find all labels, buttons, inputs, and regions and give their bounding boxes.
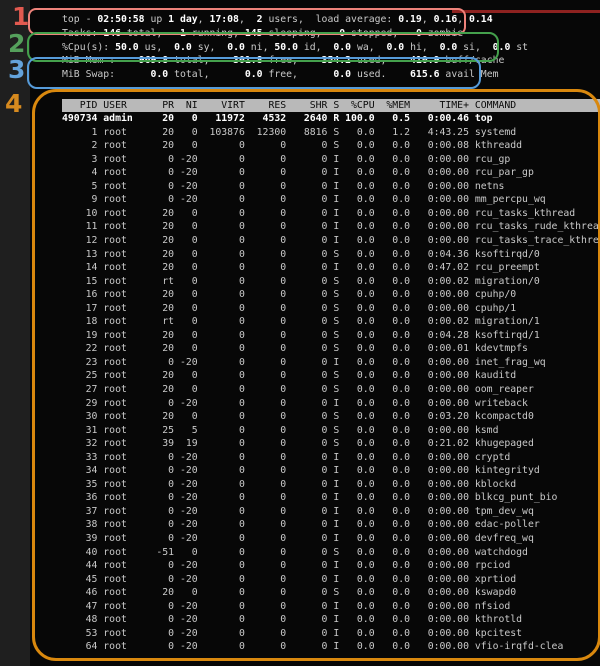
process-row-nfsiod: 47 root 0 -20 0 0 0 I 0.0 0.0 0:00.00 nf… [62,600,600,614]
process-row-kthreadd: 2 root 20 0 0 0 0 S 0.0 0.0 0:00.08 kthr… [62,139,600,153]
process-row-mm_percpu_wq: 9 root 0 -20 0 0 0 I 0.0 0.0 0:00.00 mm_… [62,193,600,207]
process-row-rcu_tasks_trace_kthread: 12 root 20 0 0 0 0 I 0.0 0.0 0:00.00 rcu… [62,234,600,248]
process-row-cryptd: 33 root 0 -20 0 0 0 I 0.0 0.0 0:00.00 cr… [62,451,600,465]
process-row-rpciod: 44 root 0 -20 0 0 0 I 0.0 0.0 0:00.00 rp… [62,559,600,573]
process-table: PID USER PR NI VIRT RES SHR S %CPU %MEM … [62,99,600,654]
process-row-khugepaged: 32 root 39 19 0 0 0 S 0.0 0.0 0:21.02 kh… [62,437,600,451]
annotation-label-4: 4 [5,91,22,117]
tasks-line: Tasks: 146 total, 1 running, 145 sleepin… [62,27,528,41]
process-row-vfio-irqfd-clea: 64 root 0 -20 0 0 0 I 0.0 0.0 0:00.00 vf… [62,640,600,654]
process-row-rcu_tasks_rude_kthread: 11 root 20 0 0 0 0 I 0.0 0.0 0:00.00 rcu… [62,220,600,234]
annotated-screenshot: top - 02:50:58 up 1 day, 17:08, 2 users,… [0,0,600,666]
process-row-migration/1: 18 root rt 0 0 0 0 S 0.0 0.0 0:00.02 mig… [62,315,600,329]
process-row-kintegrityd: 34 root 0 -20 0 0 0 I 0.0 0.0 0:00.00 ki… [62,464,600,478]
process-row-migration/0: 15 root rt 0 0 0 0 S 0.0 0.0 0:00.02 mig… [62,275,600,289]
process-row-edac-poller: 38 root 0 -20 0 0 0 I 0.0 0.0 0:00.00 ed… [62,518,600,532]
process-row-kpcitest: 53 root 0 -20 0 0 0 I 0.0 0.0 0:00.00 kp… [62,627,600,641]
process-row-kauditd: 25 root 20 0 0 0 0 S 0.0 0.0 0:00.00 kau… [62,369,600,383]
top-summary: top - 02:50:58 up 1 day, 17:08, 2 users,… [62,13,528,82]
cpu-line: %Cpu(s): 50.0 us, 0.0 sy, 0.0 ni, 50.0 i… [62,41,528,55]
process-row-cpuhp/0: 16 root 20 0 0 0 0 S 0.0 0.0 0:00.00 cpu… [62,288,600,302]
process-row-netns: 5 root 0 -20 0 0 0 I 0.0 0.0 0:00.00 net… [62,180,600,194]
swap-line: MiB Swap: 0.0 total, 0.0 free, 0.0 used.… [62,68,528,82]
process-row-systemd: 1 root 20 0 103876 12300 8816 S 0.0 1.2 … [62,126,600,140]
process-row-blkcg_punt_bio: 36 root 0 -20 0 0 0 I 0.0 0.0 0:00.00 bl… [62,491,600,505]
process-row-kblockd: 35 root 0 -20 0 0 0 I 0.0 0.0 0:00.00 kb… [62,478,600,492]
process-row-inet_frag_wq: 23 root 0 -20 0 0 0 I 0.0 0.0 0:00.00 in… [62,356,600,370]
process-row-ksmd: 31 root 25 5 0 0 0 S 0.0 0.0 0:00.00 ksm… [62,424,600,438]
process-row-kswapd0: 46 root 20 0 0 0 0 S 0.0 0.0 0:00.00 ksw… [62,586,600,600]
process-row-rcu_preempt: 14 root 20 0 0 0 0 I 0.0 0.0 0:47.02 rcu… [62,261,600,275]
process-table-header-row: PID USER PR NI VIRT RES SHR S %CPU %MEM … [62,99,600,113]
process-row-tpm_dev_wq: 37 root 0 -20 0 0 0 I 0.0 0.0 0:00.00 tp… [62,505,600,519]
process-row-kthrotld: 48 root 0 -20 0 0 0 I 0.0 0.0 0:00.00 kt… [62,613,600,627]
mem-line: MiB Mem : 969.8 total, 301.8 free, 354.2… [62,54,528,68]
annotation-label-3: 3 [8,57,25,83]
terminal-window[interactable]: top - 02:50:58 up 1 day, 17:08, 2 users,… [30,0,600,666]
process-row-writeback: 29 root 0 -20 0 0 0 I 0.0 0.0 0:00.00 wr… [62,397,600,411]
process-row-rcu_tasks_kthread: 10 root 20 0 0 0 0 I 0.0 0.0 0:00.00 rcu… [62,207,600,221]
process-row-devfreq_wq: 39 root 0 -20 0 0 0 I 0.0 0.0 0:00.00 de… [62,532,600,546]
process-row-rcu_gp: 3 root 0 -20 0 0 0 I 0.0 0.0 0:00.00 rcu… [62,153,600,167]
process-row-kcompactd0: 30 root 20 0 0 0 0 S 0.0 0.0 0:03.20 kco… [62,410,600,424]
process-row-kdevtmpfs: 22 root 20 0 0 0 0 S 0.0 0.0 0:00.01 kde… [62,342,600,356]
annotation-label-1: 1 [12,4,29,30]
process-row-cpuhp/1: 17 root 20 0 0 0 0 S 0.0 0.0 0:00.00 cpu… [62,302,600,316]
process-row-oom_reaper: 27 root 20 0 0 0 0 S 0.0 0.0 0:00.00 oom… [62,383,600,397]
process-row-watchdogd: 40 root -51 0 0 0 0 S 0.0 0.0 0:00.00 wa… [62,546,600,560]
process-row-ksoftirqd/1: 19 root 20 0 0 0 0 S 0.0 0.0 0:04.28 kso… [62,329,600,343]
annotation-label-2: 2 [8,31,25,57]
top-uptime-line: top - 02:50:58 up 1 day, 17:08, 2 users,… [62,13,528,27]
process-row-rcu_par_gp: 4 root 0 -20 0 0 0 I 0.0 0.0 0:00.00 rcu… [62,166,600,180]
process-row-ksoftirqd/0: 13 root 20 0 0 0 0 S 0.0 0.0 0:04.36 kso… [62,248,600,262]
process-row-top: 490734 admin 20 0 11972 4532 2640 R 100.… [62,112,600,126]
process-row-xprtiod: 45 root 0 -20 0 0 0 I 0.0 0.0 0:00.00 xp… [62,573,600,587]
